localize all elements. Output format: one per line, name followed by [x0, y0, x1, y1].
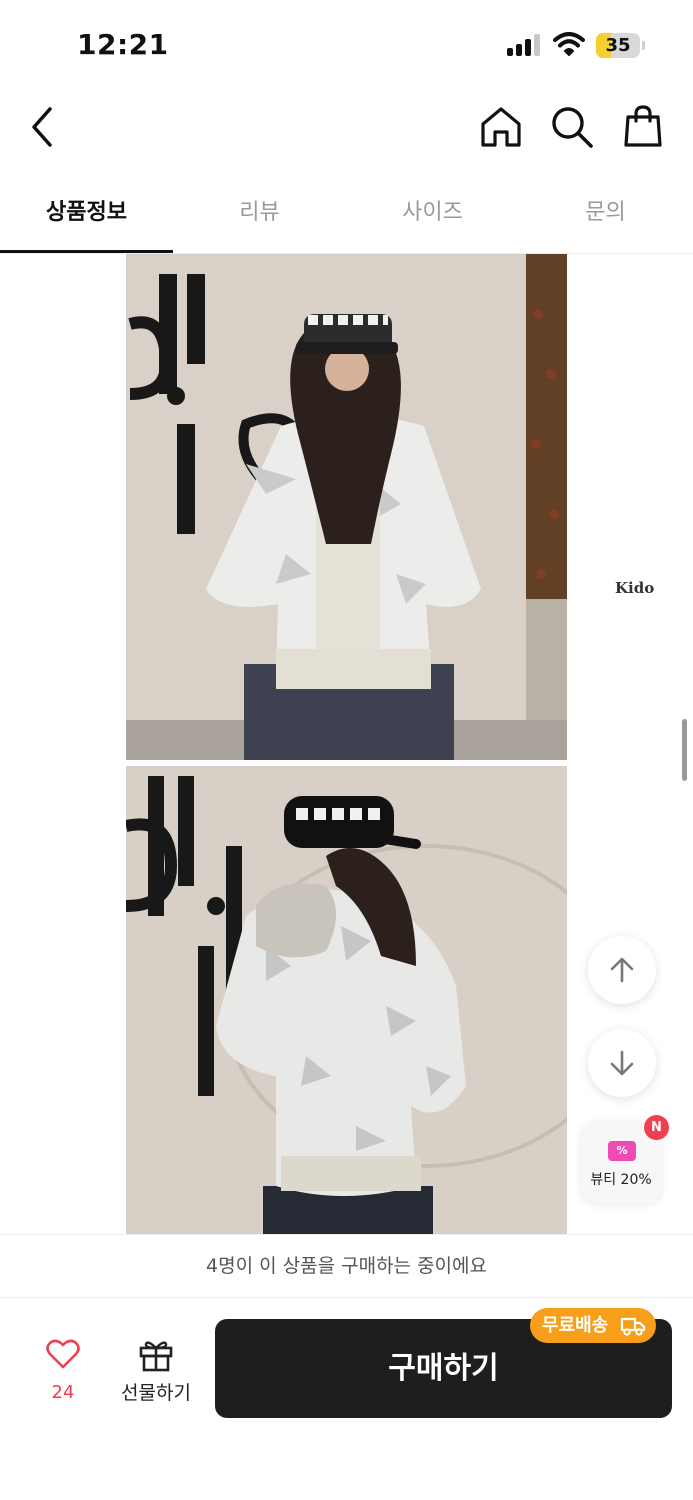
tab-reviews[interactable]: 리뷰 [173, 180, 346, 253]
scrollbar[interactable] [682, 719, 687, 781]
shopping-bag-icon [624, 105, 662, 147]
beauty-coupon-label: 뷰티 20% [590, 1172, 652, 1188]
cellular-signal-icon [507, 34, 543, 56]
jacket-front-photo [126, 254, 567, 760]
coupon-symbol: % [616, 1144, 628, 1157]
active-tab-indicator [0, 250, 173, 253]
beauty-coupon-button[interactable]: % 뷰티 20% N [580, 1115, 669, 1203]
wifi-icon [553, 32, 585, 56]
tab-product-info[interactable]: 상품정보 [0, 180, 173, 253]
brand-watermark: Kido [615, 579, 655, 597]
free-shipping-badge: 무료배송 [530, 1308, 656, 1343]
delivery-truck-icon [620, 1317, 646, 1336]
gift-icon [139, 1341, 173, 1372]
back-button[interactable] [22, 103, 66, 151]
arrow-down-icon [610, 1050, 634, 1076]
home-icon [481, 107, 521, 147]
jacket-back-photo [126, 766, 567, 1234]
status-time: 12:21 [77, 28, 169, 61]
search-button[interactable] [549, 104, 595, 150]
scroll-down-button[interactable] [588, 1029, 656, 1097]
home-button[interactable] [478, 104, 524, 150]
tab-size[interactable]: 사이즈 [346, 180, 519, 253]
new-badge: N [644, 1115, 669, 1140]
free-shipping-label: 무료배송 [542, 1315, 609, 1336]
battery-icon: 35 [596, 33, 646, 58]
gift-button[interactable]: 선물하기 [112, 1336, 200, 1406]
purchase-activity-notice: 4명이 이 상품을 구매하는 중이에요 [0, 1234, 693, 1298]
heart-icon [46, 1339, 80, 1369]
coupon-icon: % [608, 1141, 636, 1161]
like-button[interactable]: 24 [30, 1336, 96, 1406]
scroll-up-button[interactable] [588, 936, 656, 1004]
product-tabs: 상품정보 리뷰 사이즈 문의 [0, 180, 693, 254]
gift-label: 선물하기 [121, 1382, 191, 1404]
like-count: 24 [51, 1382, 75, 1403]
product-detail-content[interactable]: Kido [0, 254, 693, 1234]
search-icon [552, 107, 593, 148]
shopping-bag-button[interactable] [620, 103, 666, 149]
bottom-action-bar: 24 선물하기 구매하기 무료배송 [0, 1298, 693, 1500]
back-arrow-icon [32, 107, 52, 147]
arrow-up-icon [610, 957, 634, 983]
status-bar: 12:21 35 [0, 0, 693, 90]
tab-inquiry[interactable]: 문의 [519, 180, 692, 253]
battery-level: 35 [605, 35, 631, 56]
